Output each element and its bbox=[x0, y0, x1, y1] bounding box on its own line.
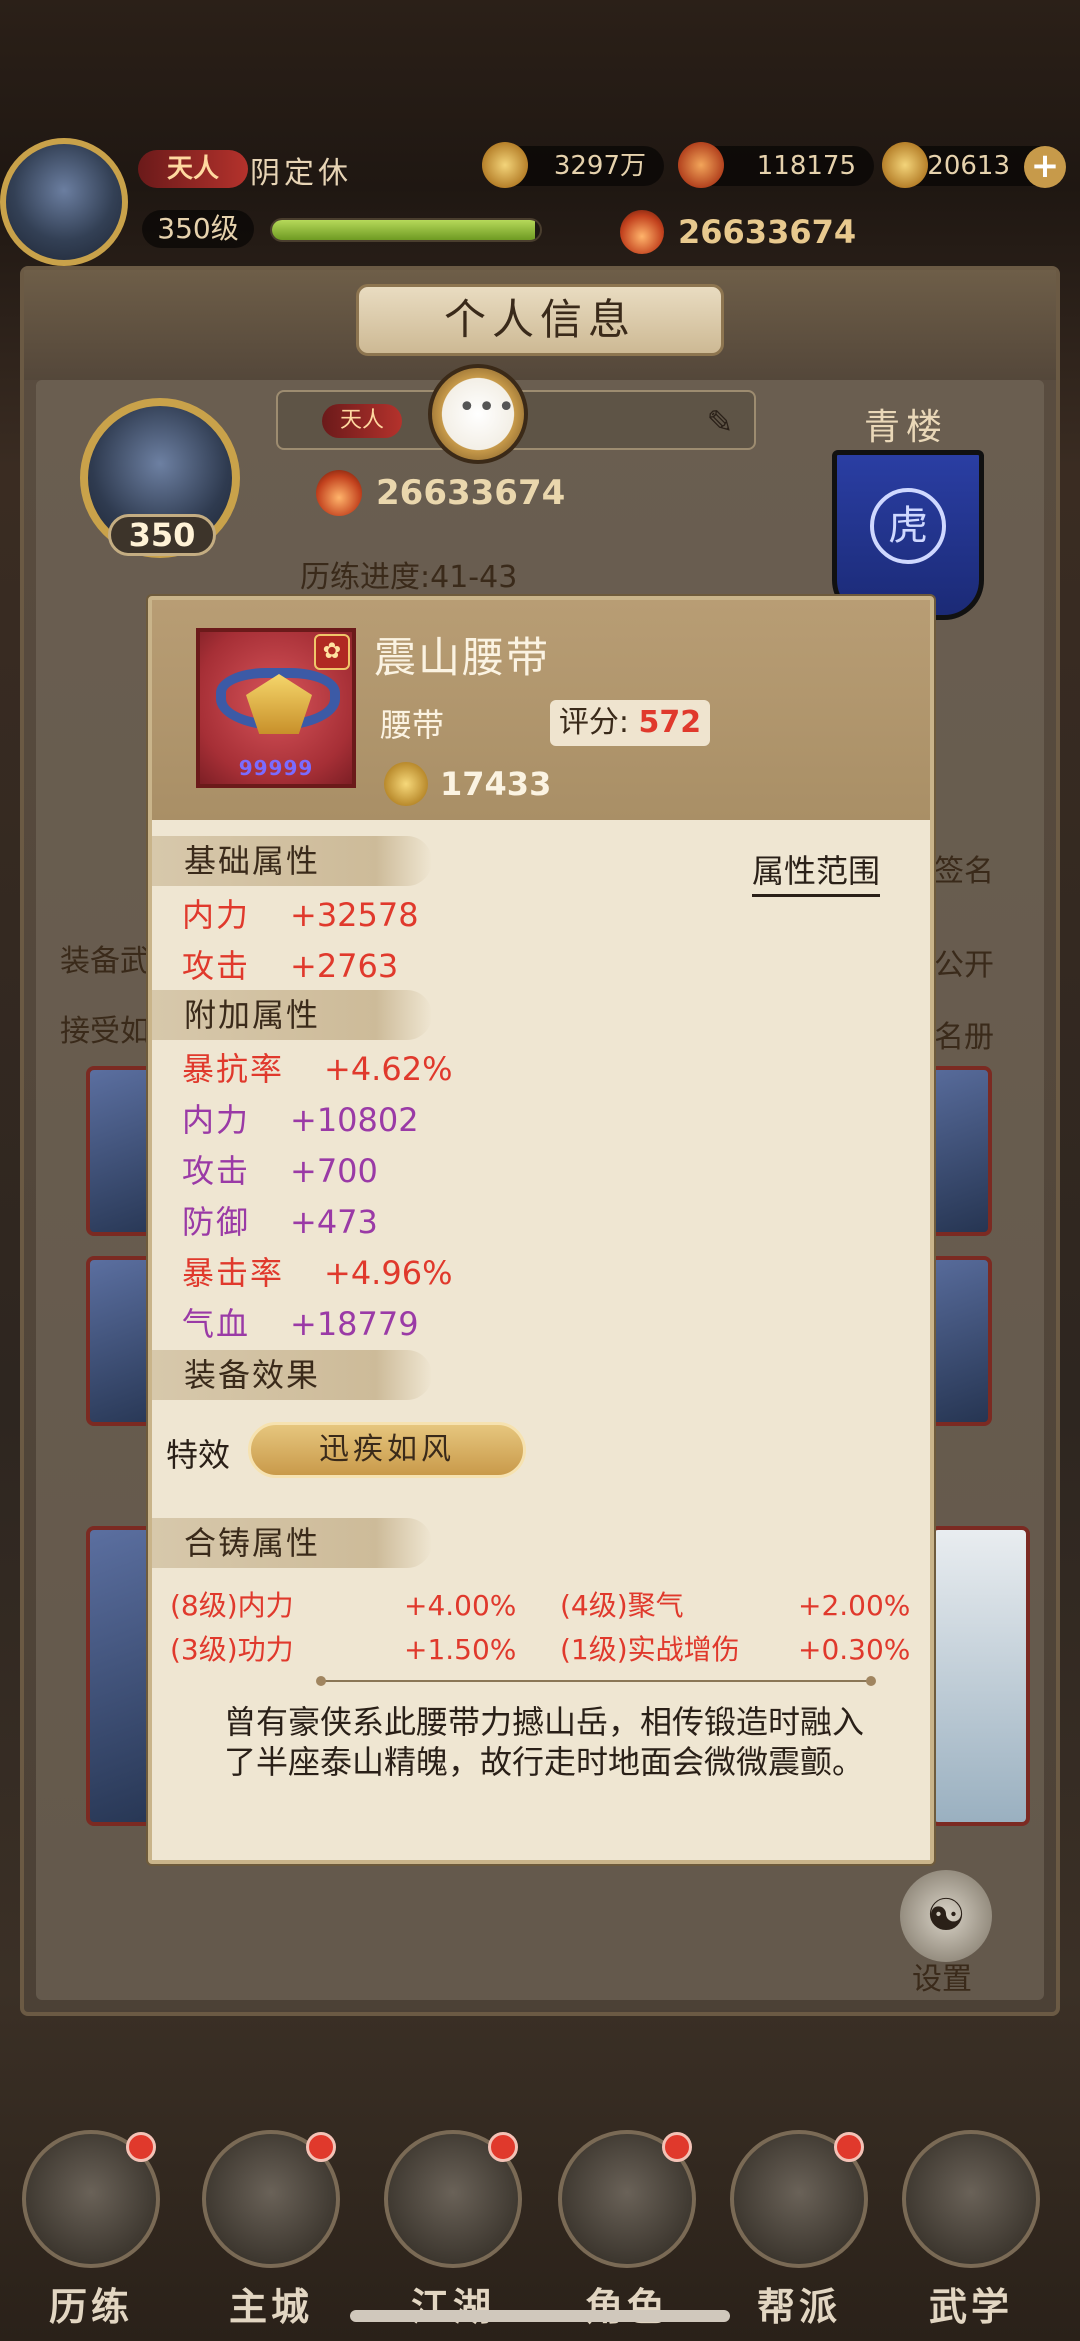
extra-stat-row: 防御 +473 bbox=[182, 1203, 378, 1241]
settings-icon[interactable]: ☯ bbox=[900, 1870, 992, 1962]
extra-stat-row: 内力 +10802 bbox=[182, 1101, 419, 1139]
item-type: 腰带 bbox=[380, 706, 445, 744]
exp-fill bbox=[272, 220, 535, 240]
item-price: 17433 bbox=[384, 762, 551, 806]
copper-coin-counter[interactable]: 3297万 bbox=[482, 142, 664, 188]
item-name: 震山腰带 bbox=[374, 633, 551, 682]
nav-character[interactable]: 角色 bbox=[552, 2130, 702, 2330]
faction-label: 青楼 bbox=[864, 407, 949, 448]
nav-training[interactable]: 历练 bbox=[16, 2130, 166, 2330]
fuse-stat-value: +2.00% bbox=[798, 1589, 911, 1622]
nav-label: 角色 bbox=[584, 2285, 669, 2329]
item-description: 曾有豪侠系此腰带力撼山岳，相传锻造时融入了半座泰山精魄，故行走时地面会微微震颤。 bbox=[223, 1703, 864, 1781]
notification-dot bbox=[488, 2132, 518, 2162]
player-level: 350级 bbox=[142, 210, 254, 248]
fuse-stat-label: (4级)聚气 bbox=[560, 1589, 684, 1622]
nav-label: 帮派 bbox=[756, 2285, 841, 2329]
player-name: 阴定休 bbox=[250, 156, 352, 191]
notification-dot bbox=[662, 2132, 692, 2162]
score-value: 572 bbox=[638, 705, 702, 740]
progress-text: 历练进度:41-43 bbox=[300, 560, 518, 595]
nav-label: 武学 bbox=[928, 2285, 1013, 2329]
title-badge: 天人 bbox=[138, 150, 248, 188]
power-display-top: 26633674 bbox=[620, 210, 856, 254]
settings-label: 设置 bbox=[912, 1962, 972, 1997]
side-text-roster: 名册 bbox=[934, 1020, 994, 1055]
ingot-counter[interactable]: 118175 bbox=[678, 142, 874, 188]
quality-flower-icon: ✿ bbox=[314, 634, 350, 670]
base-stat-row: 攻击 +2763 bbox=[182, 947, 399, 985]
nav-label: 历练 bbox=[48, 2285, 133, 2329]
extra-stat-row: 气血 +18779 bbox=[182, 1305, 419, 1343]
special-effect-button[interactable]: 迅疾如风 bbox=[248, 1422, 526, 1478]
ingot-icon bbox=[678, 142, 724, 188]
power-display-profile: 26633674 bbox=[316, 470, 565, 516]
extra-stat-row: 暴抗率 +4.62% bbox=[182, 1050, 453, 1088]
chat-dots-icon: ••• bbox=[458, 390, 518, 425]
flame-icon bbox=[316, 470, 362, 516]
effect-header: 装备效果 bbox=[152, 1350, 432, 1400]
fuse-stat-value: +4.00% bbox=[404, 1589, 517, 1622]
extra-stat-row: 攻击 +700 bbox=[182, 1152, 378, 1190]
copper-coin-icon bbox=[482, 142, 528, 188]
side-text-signature: 签名 bbox=[934, 854, 994, 889]
scroll-icon bbox=[902, 2130, 1040, 2268]
notification-dot bbox=[834, 2132, 864, 2162]
fuse-stat-label: (1级)实战增伤 bbox=[560, 1633, 740, 1666]
fuse-stat-label: (8级)内力 bbox=[170, 1589, 294, 1622]
score-label: 评分: bbox=[558, 705, 629, 740]
profile-level-badge: 350 bbox=[108, 514, 216, 556]
fuse-stat-value: +1.50% bbox=[404, 1633, 517, 1666]
nav-label: 主城 bbox=[228, 2285, 313, 2329]
home-indicator[interactable] bbox=[350, 2310, 730, 2322]
notification-dot bbox=[306, 2132, 336, 2162]
panel-title: 个人信息 bbox=[356, 284, 724, 356]
price-value: 17433 bbox=[440, 765, 552, 803]
tiger-emblem-icon: 虎 bbox=[870, 488, 946, 564]
nav-label: 江湖 bbox=[410, 2285, 495, 2329]
power-value-top: 26633674 bbox=[678, 213, 857, 251]
nav-guild[interactable]: 帮派 bbox=[724, 2130, 874, 2330]
extra-stat-row: 暴击率 +4.96% bbox=[182, 1254, 453, 1292]
special-effect-label: 特效 bbox=[166, 1436, 231, 1474]
nav-martial-arts[interactable]: 武学 bbox=[896, 2130, 1046, 2330]
skill-card-right[interactable] bbox=[930, 1526, 1030, 1826]
gold-value: 20613 bbox=[927, 151, 1010, 181]
gold-icon bbox=[882, 142, 928, 188]
side-text-public: 公开 bbox=[934, 948, 994, 983]
side-text-equip: 装备武 bbox=[60, 944, 150, 979]
base-attr-header: 基础属性 bbox=[152, 836, 432, 886]
notification-dot bbox=[126, 2132, 156, 2162]
base-stats-list: 内力 +32578 攻击 +2763 bbox=[182, 890, 419, 992]
exp-bar bbox=[270, 218, 542, 242]
power-value-profile: 26633674 bbox=[376, 473, 566, 513]
coin-icon bbox=[384, 762, 428, 806]
name-title-badge: 天人 bbox=[322, 404, 402, 438]
fuse-stat-value: +0.30% bbox=[798, 1633, 911, 1666]
extra-attr-header: 附加属性 bbox=[152, 990, 432, 1040]
player-avatar[interactable] bbox=[0, 138, 128, 266]
nav-main-city[interactable]: 主城 bbox=[196, 2130, 346, 2330]
flame-icon bbox=[620, 210, 664, 254]
extra-stats-list: 暴抗率 +4.62% 内力 +10802 攻击 +700 防御 +473 暴击率 +4.9… bbox=[182, 1044, 452, 1350]
base-stat-row: 内力 +32578 bbox=[182, 896, 419, 934]
copper-coin-value: 3297万 bbox=[553, 151, 646, 181]
fuse-stat-label: (3级)功力 bbox=[170, 1633, 294, 1666]
edit-name-icon[interactable]: ✎ bbox=[700, 404, 740, 440]
ingot-value: 118175 bbox=[756, 151, 856, 181]
side-text-accept: 接受如 bbox=[60, 1014, 150, 1049]
item-stars: 99999 bbox=[238, 756, 314, 780]
divider bbox=[316, 1676, 876, 1686]
add-gold-button[interactable]: + bbox=[1024, 146, 1066, 188]
fuse-attr-header: 合铸属性 bbox=[152, 1518, 432, 1568]
attr-range-button[interactable]: 属性范围 bbox=[752, 846, 881, 897]
nav-jianghu[interactable]: 江湖 bbox=[378, 2130, 528, 2330]
item-score: 评分: 572 bbox=[550, 700, 710, 746]
